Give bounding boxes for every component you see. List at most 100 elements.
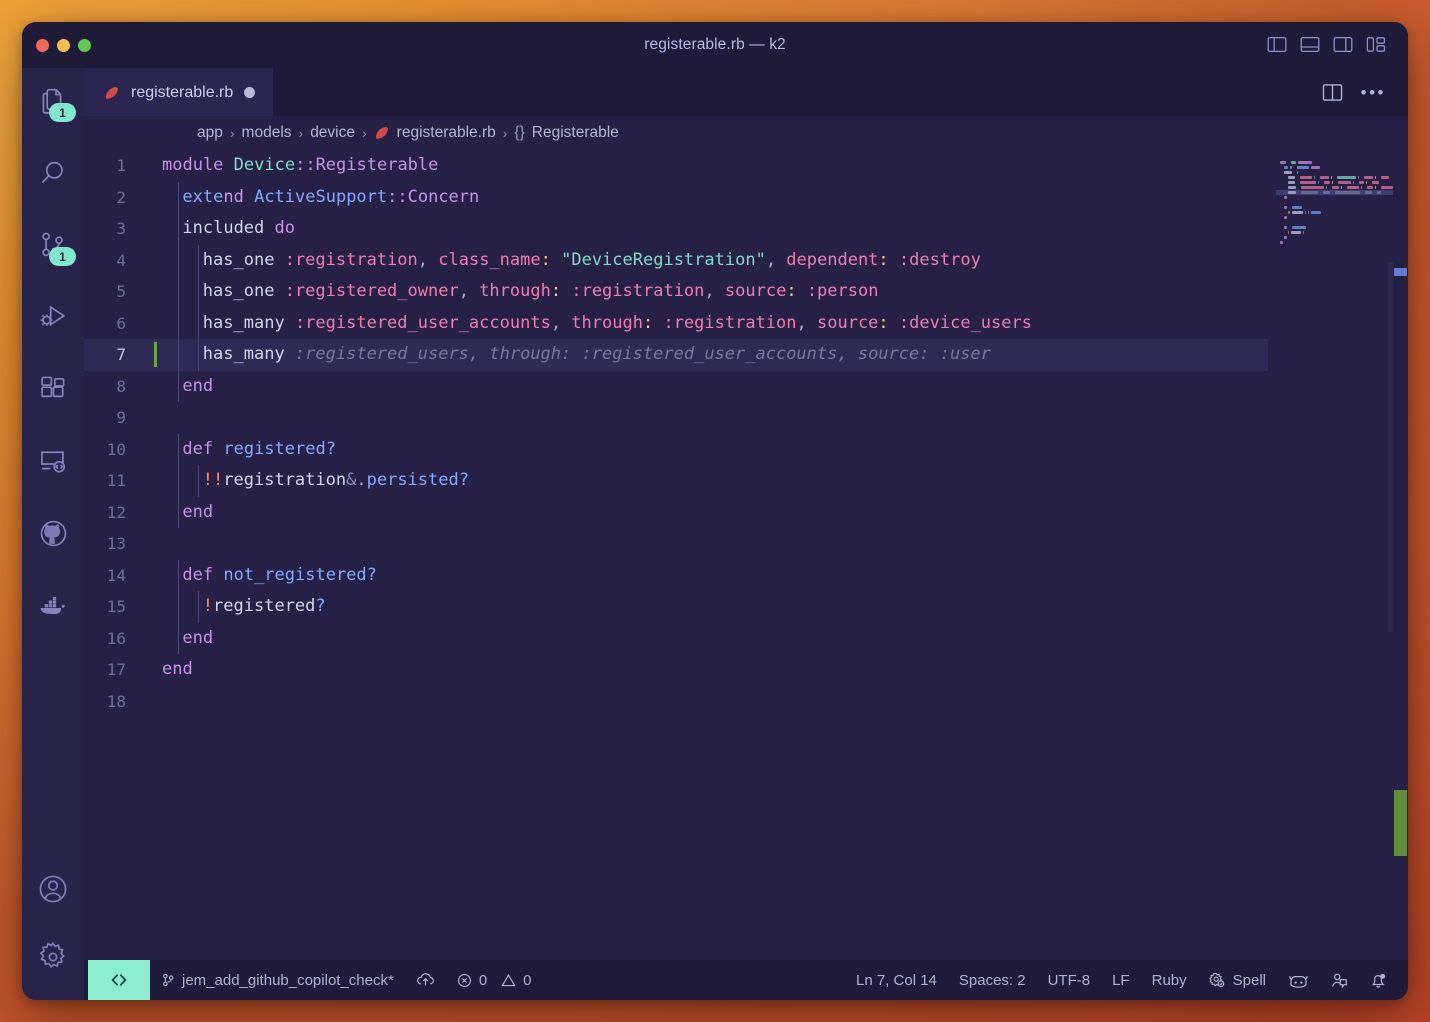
minimap-token [1374,191,1375,193]
breadcrumb-item-device[interactable]: device [310,124,355,142]
code-token: :registration [284,249,418,270]
indent-guide [178,622,179,654]
toggle-primary-sidebar-icon[interactable] [1267,36,1287,54]
minimap-token [1317,181,1319,184]
minimap[interactable] [1268,150,1408,960]
code-token: :destroy [898,249,981,270]
status-eol[interactable]: LF [1101,960,1141,1000]
toggle-panel-icon[interactable] [1300,36,1320,54]
sidebar-item-source-control[interactable]: 1 [22,220,84,270]
status-live-share[interactable] [1320,960,1359,1000]
accounts-icon[interactable] [22,864,84,914]
code-line[interactable]: 18 [84,686,1268,718]
line-number: 18 [106,691,126,711]
code-token: has_one [202,249,275,270]
code-line[interactable]: 9 [84,402,1268,434]
more-actions-icon[interactable]: ••• [1361,84,1386,101]
minimap-token [1335,191,1360,194]
minimap-token [1358,181,1365,184]
minimap-token [1284,196,1287,199]
activity-bar: 1 1 [22,68,84,1000]
code-line[interactable]: 12 end [84,496,1268,528]
status-sync[interactable] [405,960,446,1000]
code-line[interactable]: 5 has_one :registered_owner, through: :re… [84,276,1268,308]
code-token: & [346,470,357,490]
line-number: 15 [106,597,126,616]
breadcrumb-item-symbol[interactable]: Registerable [532,124,619,142]
sidebar-item-docker[interactable] [22,580,84,630]
code-line[interactable]: 1 module Device::Registerable [84,150,1268,182]
code-line[interactable]: 2 extend ActiveSupport::Concern [84,181,1268,213]
split-editor-right-icon[interactable] [1322,83,1343,102]
minimize-window-button[interactable] [57,38,70,52]
code-lines[interactable]: 1 module Device::Registerable 2 extend Acti… [84,150,1268,960]
code-token: ! [202,596,214,616]
status-language-mode[interactable]: Ruby [1141,960,1198,1000]
status-spell-checker[interactable]: Spell [1198,960,1277,1000]
status-copilot[interactable] [1277,960,1320,1000]
zoom-window-button[interactable] [78,38,91,52]
customize-layout-icon[interactable] [1366,36,1386,54]
sidebar-item-remote-explorer[interactable] [22,436,84,486]
code-token: has_one [202,281,275,301]
indent-guide [178,181,179,213]
sidebar-item-github[interactable] [22,508,84,558]
minimap-token [1308,211,1310,214]
close-window-button[interactable] [36,38,49,52]
status-cursor-position[interactable]: Ln 7, Col 14 [845,960,948,1000]
minimap-token [1280,161,1286,164]
remote-indicator-button[interactable] [88,960,150,1000]
code-line[interactable]: 6 has_many :registered_user_accounts, thr… [84,307,1268,339]
code-line[interactable]: 8 end [84,370,1268,402]
code-line[interactable]: 11 !!registration&.persisted? [84,465,1268,497]
code-token: through [479,281,551,301]
code-line[interactable]: 16 end [84,622,1268,654]
code-text: end [146,654,193,686]
minimap-token [1291,211,1304,214]
minimap-token [1291,231,1301,234]
toggle-secondary-sidebar-icon[interactable] [1333,36,1353,54]
code-token: : [878,312,889,333]
code-token: end [182,375,214,396]
breadcrumb-item-models[interactable]: models [242,124,292,142]
minimap-token [1280,241,1283,244]
status-branch[interactable]: jem_add_github_copilot_check* [150,960,405,1000]
minimap-token [1369,181,1370,183]
minimap-token [1331,176,1333,179]
code-line[interactable]: 13 [84,528,1268,560]
code-editor[interactable]: 1 module Device::Registerable 2 extend Acti… [84,150,1408,960]
code-line[interactable]: 17 end [84,654,1268,686]
status-problems[interactable]: 0 0 [446,960,543,1000]
code-line[interactable]: 7 has_many :registered_users, through: :r… [84,339,1268,371]
sidebar-item-run-and-debug[interactable] [22,292,84,342]
tab-dirty-indicator[interactable] [244,87,256,98]
status-warning-count: 0 [523,971,532,989]
status-indentation[interactable]: Spaces: 2 [948,960,1037,1000]
sidebar-item-explorer[interactable]: 1 [22,76,84,126]
manage-settings-icon[interactable] [22,932,84,982]
warning-icon [501,973,516,988]
breadcrumb-item-app[interactable]: app [197,124,223,142]
tab-registerable-rb[interactable]: registerable.rb [84,68,274,116]
layout-controls [1267,36,1408,54]
overview-ruler[interactable] [1393,150,1408,960]
code-line[interactable]: 15 !registered? [84,591,1268,623]
sidebar-item-search[interactable] [22,148,84,198]
status-notifications[interactable] [1359,960,1398,1000]
minimap-token [1288,231,1289,234]
breadcrumb-item-file[interactable]: registerable.rb [397,124,496,142]
code-line[interactable]: 4 has_one :registration, class_name: "Dev… [84,244,1268,276]
indent-guide [178,559,179,591]
status-encoding[interactable]: UTF-8 [1037,960,1102,1000]
code-line[interactable]: 10 def registered? [84,433,1268,465]
code-token: has_many [202,344,285,364]
sidebar-item-extensions[interactable] [22,364,84,414]
code-line[interactable]: 3 included do [84,213,1268,245]
error-icon [457,973,472,988]
code-line[interactable]: 14 def not_registered? [84,559,1268,591]
